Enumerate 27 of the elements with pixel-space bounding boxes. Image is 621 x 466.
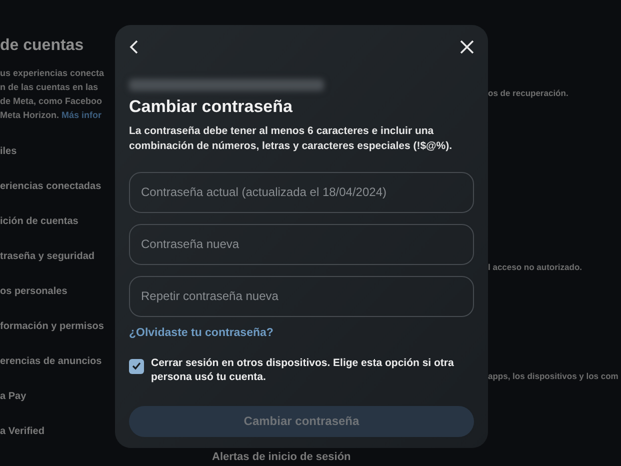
sidebar-item[interactable]: erencias de anuncios (0, 354, 112, 370)
page-description: us experiencias conecta n de las cuentas en las de Meta, como Faceboo Meta Horizon. Más infor (0, 67, 106, 122)
input-field[interactable]: Repetir contraseña nueva (129, 276, 474, 316)
setting-description: os de recuperación. (488, 87, 568, 100)
sidebar-item[interactable]: traseña y seguridad (0, 249, 112, 265)
page-title: de cuentas (0, 36, 85, 56)
dialog-title: Cambiar contraseña (129, 96, 294, 118)
sidebar-item[interactable]: a Pay (0, 389, 112, 405)
setting-description: l acceso no autorizado. (488, 261, 582, 274)
sidebar-item[interactable]: eriencias conectadas (0, 179, 112, 195)
sidebar-item[interactable]: ición de cuentas (0, 214, 112, 230)
forgot-password-link[interactable]: ¿Olvidaste tu contraseña? (129, 324, 274, 342)
sidebar-item[interactable]: os personales (0, 284, 112, 300)
input-field[interactable]: Contraseña nueva (129, 224, 474, 264)
input-field[interactable]: Contraseña actual (actualizada el 18/04/2024) (129, 172, 474, 212)
close-icon[interactable] (460, 40, 474, 54)
more-info-link[interactable]: Más infor (62, 110, 102, 120)
checkbox[interactable] (129, 358, 144, 374)
sidebar-item[interactable]: a Verified (0, 424, 112, 440)
back-icon[interactable] (129, 40, 139, 54)
sidebar-item[interactable]: formación y permisos (0, 319, 112, 335)
setting-description: apps, los dispositivos y los com (488, 370, 618, 383)
checkbox-label: Cerrar sesión en otros dispositivos. Elige esta opción si otra persona usó tu cuenta. (151, 356, 455, 384)
setting-item[interactable]: Alertas de inicio de sesión (212, 451, 351, 464)
check-icon (132, 362, 141, 370)
sidebar-item[interactable]: iles (0, 144, 112, 160)
dialog-description: La contraseña debe tener al menos 6 caracteres e incluir una combinación de números, letras y caracteres especiales (!$@%). (129, 124, 454, 154)
